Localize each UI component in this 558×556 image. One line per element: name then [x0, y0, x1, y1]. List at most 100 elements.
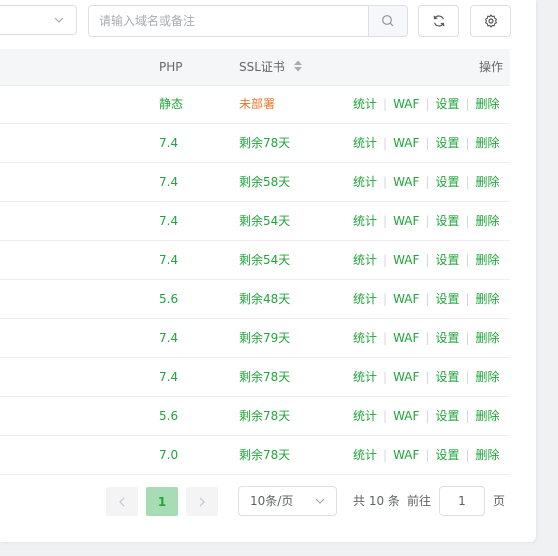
- action-divider: |: [383, 292, 388, 306]
- action-divider: |: [425, 253, 430, 267]
- action-divider: |: [465, 370, 470, 384]
- ssl-status[interactable]: 剩余58天: [239, 163, 290, 201]
- php-version: 7.4: [159, 214, 179, 228]
- waf-link[interactable]: WAF: [393, 409, 419, 423]
- delete-link[interactable]: 删除: [476, 214, 500, 228]
- settings-link[interactable]: 设置: [435, 253, 459, 267]
- ssl-column-header[interactable]: SSL证书: [239, 49, 303, 85]
- settings-link[interactable]: 设置: [435, 214, 459, 228]
- ssl-status[interactable]: 剩余48天: [239, 280, 290, 318]
- ssl-status[interactable]: 剩余78天: [239, 397, 290, 435]
- php-version: 7.4: [159, 175, 179, 189]
- delete-link[interactable]: 删除: [476, 448, 500, 462]
- table-row: 7.4 剩余54天 统计 | WAF | 设置 | 删除: [0, 202, 510, 241]
- stats-link[interactable]: 统计: [353, 214, 377, 228]
- waf-link[interactable]: WAF: [393, 370, 419, 384]
- action-divider: |: [383, 331, 388, 345]
- delete-link[interactable]: 删除: [476, 292, 500, 306]
- waf-link[interactable]: WAF: [393, 214, 419, 228]
- page-size-select[interactable]: 10条/页: [238, 486, 337, 516]
- refresh-button[interactable]: [418, 5, 459, 37]
- stats-link[interactable]: 统计: [353, 97, 377, 111]
- row-actions: 统计 | WAF | 设置 | 删除: [353, 163, 500, 201]
- table-row: 7.4 剩余78天 统计 | WAF | 设置 | 删除: [0, 358, 510, 397]
- table-header: PHP SSL证书 操作: [0, 49, 510, 86]
- ssl-status[interactable]: 未部署: [239, 85, 275, 123]
- delete-link[interactable]: 删除: [476, 136, 500, 150]
- ssl-status[interactable]: 剩余54天: [239, 202, 290, 240]
- ssl-status[interactable]: 剩余79天: [239, 319, 290, 357]
- page-suffix: 页: [493, 494, 506, 508]
- site-list-panel: PHP SSL证书 操作 静态未部署统计|WAF|设置|删除7.4剩余78天统计…: [0, 0, 536, 542]
- ssl-status[interactable]: 剩余78天: [239, 358, 290, 396]
- stats-link[interactable]: 统计: [353, 448, 377, 462]
- stats-link[interactable]: 统计: [353, 409, 377, 423]
- stats-link[interactable]: 统计: [353, 292, 377, 306]
- waf-link[interactable]: WAF: [393, 292, 419, 306]
- row-actions: 统计 | WAF | 设置 | 删除: [353, 358, 500, 396]
- action-divider: |: [465, 175, 470, 189]
- delete-link[interactable]: 删除: [476, 409, 500, 423]
- waf-link[interactable]: WAF: [393, 448, 419, 462]
- waf-link[interactable]: WAF: [393, 331, 419, 345]
- search-input[interactable]: [89, 6, 368, 36]
- action-divider: |: [383, 448, 388, 462]
- chevron-down-icon: [54, 17, 64, 23]
- search-button[interactable]: [368, 6, 407, 36]
- action-divider: |: [425, 331, 430, 345]
- total-count: 共 10 条: [353, 494, 400, 508]
- action-divider: |: [383, 175, 388, 189]
- search-icon: [382, 15, 394, 27]
- action-divider: |: [383, 370, 388, 384]
- action-divider: |: [465, 214, 470, 228]
- stats-link[interactable]: 统计: [353, 331, 377, 345]
- ops-column-header: 操作: [479, 60, 504, 74]
- stats-link[interactable]: 统计: [353, 136, 377, 150]
- table-row: 5.6 剩余48天 统计 | WAF | 设置 | 删除: [0, 280, 510, 319]
- waf-link[interactable]: WAF: [393, 97, 419, 111]
- stats-link[interactable]: 统计: [353, 175, 377, 189]
- goto-page-input[interactable]: 1: [439, 486, 485, 516]
- waf-link[interactable]: WAF: [393, 253, 419, 267]
- waf-link[interactable]: WAF: [393, 136, 419, 150]
- next-page-button[interactable]: [186, 487, 218, 516]
- settings-link[interactable]: 设置: [435, 136, 459, 150]
- settings-link[interactable]: 设置: [435, 97, 459, 111]
- sort-icon[interactable]: [293, 59, 303, 73]
- prev-page-button[interactable]: [106, 487, 138, 516]
- stats-link[interactable]: 统计: [353, 370, 377, 384]
- delete-link[interactable]: 删除: [476, 331, 500, 345]
- action-divider: |: [383, 253, 388, 267]
- php-version: 7.4: [159, 136, 179, 150]
- action-divider: |: [465, 97, 470, 111]
- ssl-status[interactable]: 剩余54天: [239, 241, 290, 279]
- current-page-button[interactable]: 1: [146, 487, 178, 516]
- table-row: 静态 未部署 统计 | WAF | 设置 | 删除: [0, 85, 510, 124]
- settings-link[interactable]: 设置: [435, 409, 459, 423]
- chevron-down-icon: [315, 498, 325, 504]
- action-divider: |: [383, 136, 388, 150]
- delete-link[interactable]: 删除: [476, 175, 500, 189]
- waf-link[interactable]: WAF: [393, 175, 419, 189]
- delete-link[interactable]: 删除: [476, 97, 500, 111]
- settings-button[interactable]: [470, 5, 511, 37]
- row-actions: 统计 | WAF | 设置 | 删除: [353, 85, 500, 123]
- chevron-right-icon: [199, 497, 205, 506]
- ssl-status[interactable]: 剩余78天: [239, 436, 290, 474]
- delete-link[interactable]: 删除: [476, 253, 500, 267]
- filter-select[interactable]: [0, 5, 77, 35]
- ssl-status[interactable]: 剩余78天: [239, 124, 290, 162]
- settings-link[interactable]: 设置: [435, 448, 459, 462]
- action-divider: |: [425, 370, 430, 384]
- settings-link[interactable]: 设置: [435, 175, 459, 189]
- action-divider: |: [465, 409, 470, 423]
- action-divider: |: [465, 136, 470, 150]
- settings-link[interactable]: 设置: [435, 370, 459, 384]
- stats-link[interactable]: 统计: [353, 253, 377, 267]
- settings-link[interactable]: 设置: [435, 331, 459, 345]
- action-divider: |: [425, 214, 430, 228]
- action-divider: |: [465, 292, 470, 306]
- settings-link[interactable]: 设置: [435, 292, 459, 306]
- row-actions: 统计 | WAF | 设置 | 删除: [353, 202, 500, 240]
- delete-link[interactable]: 删除: [476, 370, 500, 384]
